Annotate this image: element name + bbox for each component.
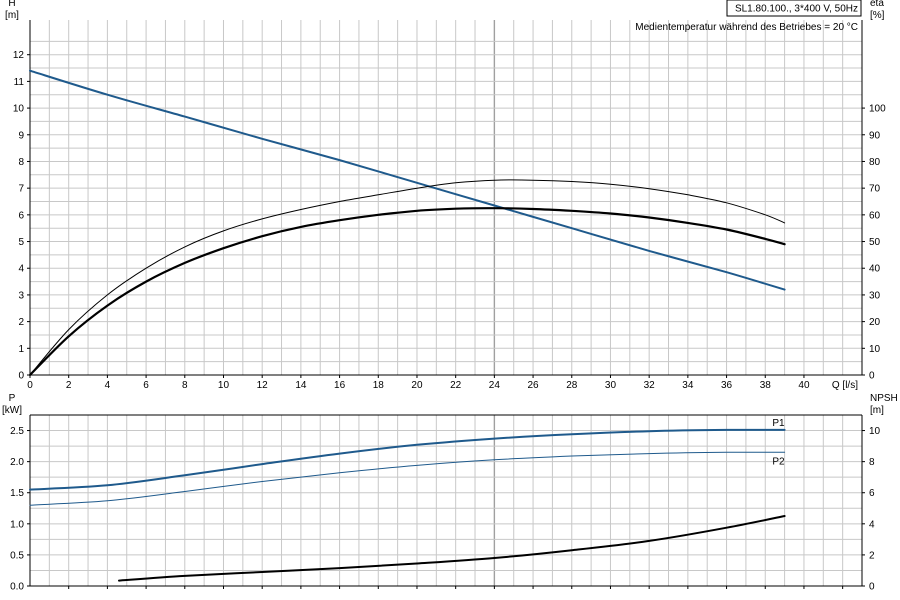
x-tick-label: 40 — [798, 380, 810, 391]
right-tick-label: 80 — [869, 157, 881, 168]
right-tick-label: 90 — [869, 130, 881, 141]
left-tick-label: 0 — [18, 371, 24, 382]
right-tick-label: 60 — [869, 210, 881, 221]
left-tick-label: 1.5 — [10, 488, 24, 499]
left-tick-label: 5 — [18, 237, 24, 248]
series-label-p1: P1 — [772, 418, 785, 429]
right-tick-label: 4 — [869, 519, 875, 530]
series-eta-thin-line — [29, 179, 786, 376]
x-tick-label: 16 — [334, 380, 346, 391]
left-tick-label: 7 — [18, 184, 24, 195]
series-label-p2: P2 — [772, 456, 785, 467]
left-tick-label: 11 — [14, 77, 25, 88]
left-tick-label: 2.5 — [10, 426, 24, 437]
x-tick-label: 32 — [644, 380, 656, 391]
right-tick-label: 10 — [869, 344, 881, 355]
model-info-box: SL1.80.100., 3*400 V, 50Hz — [726, 0, 862, 17]
right-tick-label: 20 — [869, 317, 881, 328]
right-tick-label: 40 — [869, 264, 881, 275]
x-tick-label: 4 — [105, 380, 111, 391]
series-h-line — [29, 69, 786, 291]
power-npsh-panel: 0.0 0.5 1.0 1.5 2.0 2.5 0 2 4 6 8 10 P[kW] NPSH[m] P1 P… — [2, 393, 898, 593]
left-axis-unit: [m] — [5, 10, 19, 21]
left-tick-label: 2 — [18, 317, 24, 328]
right-tick-label: 0 — [869, 371, 875, 382]
right-axis-unit: [%] — [870, 10, 885, 21]
left-tick-label: 9 — [18, 130, 24, 141]
x-tick-label: 36 — [721, 380, 733, 391]
left-tick-label: 6 — [18, 210, 24, 221]
left-tick-label: 0.5 — [10, 550, 24, 561]
left-tick-label: 12 — [13, 50, 25, 61]
left-tick-label: 10 — [13, 104, 25, 115]
left-tick-label: 8 — [18, 157, 24, 168]
x-tick-label: 30 — [605, 380, 617, 391]
left-tick-label: 2.0 — [10, 457, 24, 468]
pump-performance-chart: 012345678910111201020304050607080901000 2… — [2, 0, 898, 593]
right-axis-label: eta — [870, 0, 884, 9]
right-tick-label: 8 — [869, 457, 875, 468]
right-tick-label: 2 — [869, 550, 875, 561]
x-tick-label: 24 — [489, 380, 501, 391]
right-axis-label: NPSH — [870, 393, 898, 404]
head-efficiency-panel: 012345678910111201020304050607080901000 2… — [5, 0, 886, 391]
x-tick-label: 22 — [450, 380, 462, 391]
x-tick-label: 6 — [143, 380, 149, 391]
x-tick-label: 18 — [373, 380, 385, 391]
x-tick-label: 8 — [182, 380, 188, 391]
right-tick-label: 70 — [869, 184, 881, 195]
x-tick-label: 10 — [218, 380, 230, 391]
x-tick-label: 14 — [295, 380, 307, 391]
x-tick-label: 34 — [682, 380, 694, 391]
temperature-note: Medientemperatur während des Betriebes =… — [635, 22, 858, 33]
right-tick-label: 30 — [869, 290, 881, 301]
left-axis-unit: [kW] — [2, 405, 22, 416]
x-axis-label: Q [l/s] — [832, 380, 858, 391]
right-tick-label: 0 — [869, 582, 875, 593]
right-tick-label: 100 — [869, 104, 886, 115]
series-eta-thick-line — [28, 207, 786, 377]
x-tick-label: 0 — [27, 380, 33, 391]
series-p2-line — [29, 451, 786, 506]
x-tick-label: 28 — [566, 380, 578, 391]
left-tick-label: 3 — [18, 290, 24, 301]
left-axis-label: H — [8, 0, 15, 9]
x-tick-label: 26 — [528, 380, 540, 391]
x-tick-label: 12 — [257, 380, 269, 391]
x-tick-label: 20 — [411, 380, 423, 391]
left-tick-label: 1.0 — [10, 519, 24, 530]
x-tick-label: 2 — [66, 380, 72, 391]
left-axis-label: P — [9, 393, 16, 404]
left-tick-label: 1 — [18, 344, 24, 355]
right-tick-label: 50 — [869, 237, 881, 248]
x-tick-label: 38 — [760, 380, 772, 391]
series-p1-line — [29, 428, 786, 491]
right-tick-label: 10 — [869, 426, 881, 437]
model-info-text: SL1.80.100., 3*400 V, 50Hz — [735, 4, 858, 15]
left-tick-label: 0.0 — [10, 582, 24, 593]
right-tick-label: 6 — [869, 488, 875, 499]
left-tick-label: 4 — [18, 264, 24, 275]
right-axis-unit: [m] — [870, 405, 884, 416]
